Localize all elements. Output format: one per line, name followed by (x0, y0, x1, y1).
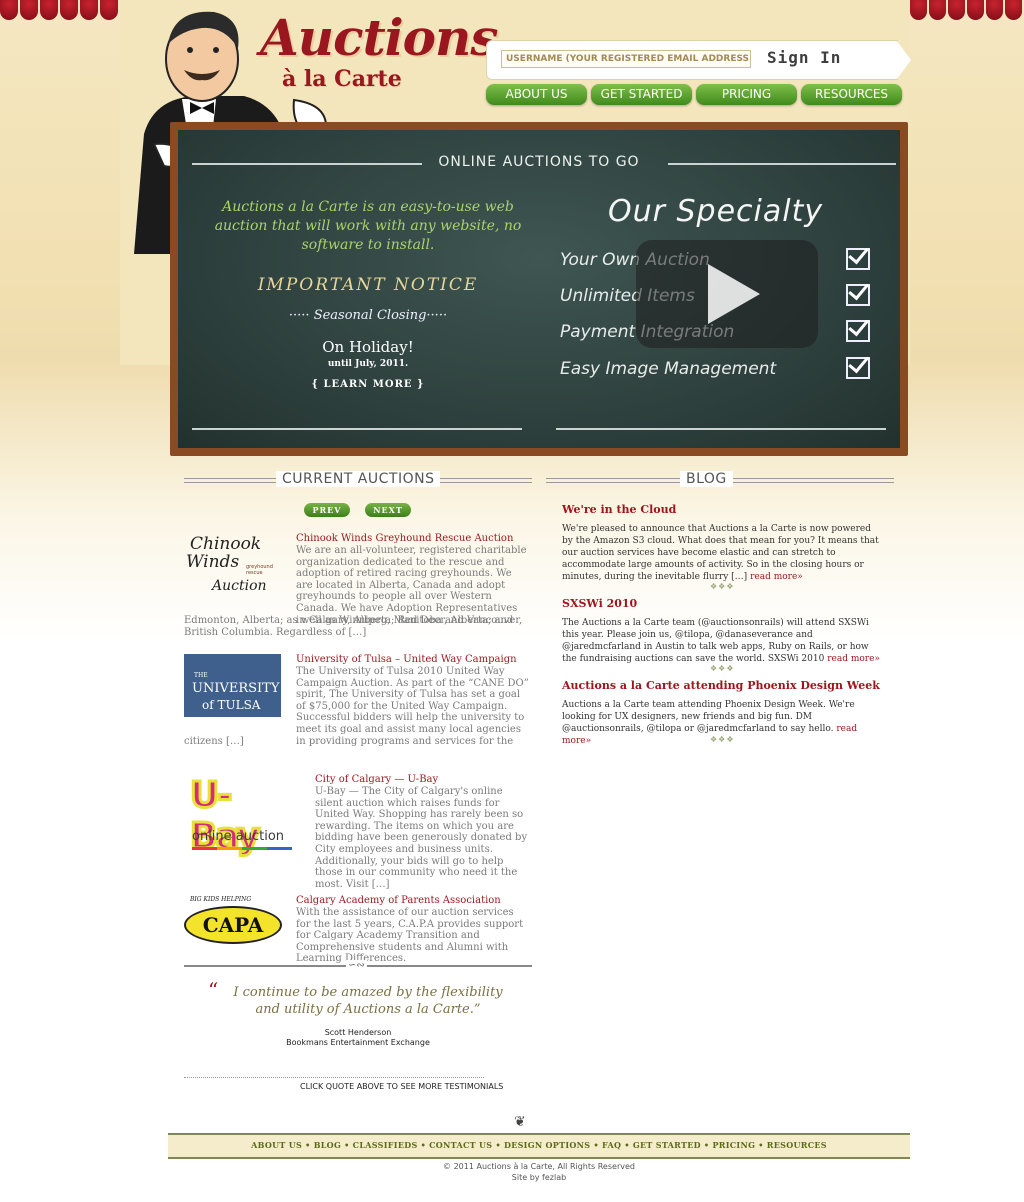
awning-left (0, 0, 120, 22)
checkbox-icon (846, 248, 870, 270)
more-testimonials-link[interactable]: CLICK QUOTE ABOVE TO SEE MORE TESTIMONIA… (300, 1082, 503, 1091)
username-input[interactable] (501, 50, 751, 68)
auction-title[interactable]: University of Tulsa – United Way Campaig… (296, 654, 517, 665)
learn-more-link[interactable]: { LEARN MORE } (208, 379, 528, 390)
auction-description: The University of Tulsa 2010 United Way … (296, 666, 529, 747)
read-more-link[interactable]: read more» (750, 572, 803, 582)
specialty-item: Easy Image Management (560, 359, 870, 379)
university-of-tulsa-logo[interactable]: THE UNIVERSITY of TULSA (184, 654, 281, 717)
auction-description: Edmonton, Alberta; as well as Winnipeg, … (184, 615, 523, 638)
nav-about-us[interactable]: ABOUT US (486, 84, 587, 105)
auction-description: U-Bay — The City of Calgary's online sil… (315, 786, 528, 890)
blog-heading: BLOG (680, 471, 733, 487)
auction-title[interactable]: Calgary Academy of Parents Association (296, 895, 501, 906)
seasonal-closing: ····· Seasonal Closing····· (288, 308, 448, 323)
footer-link-get-started[interactable]: GET STARTED (633, 1140, 701, 1150)
holiday-heading: On Holiday! (322, 338, 414, 356)
testimonial-author: Scott Henderson Bookmans Entertainment E… (184, 1028, 532, 1048)
copyright: © 2011 Auctions à la Carte, All Rights R… (168, 1161, 910, 1183)
logo-text: greyhound rescue (246, 564, 273, 576)
logo-text: Chinook (190, 534, 262, 554)
footer-links: ABOUT US • BLOG • CLASSIFIEDS • CONTACT … (251, 1140, 827, 1150)
footer-link-about-us[interactable]: ABOUT US (251, 1140, 302, 1150)
author-company: Bookmans Entertainment Exchange (286, 1038, 430, 1047)
logo-text: Winds (186, 552, 240, 572)
testimonial-quote[interactable]: I continue to be amazed by the flexibili… (228, 984, 508, 1018)
copyright-text: © 2011 Auctions à la Carte, All Rights R… (443, 1162, 635, 1171)
chalk-divider (192, 428, 522, 430)
auction-title[interactable]: Chinook Winds Greyhound Rescue Auction (296, 533, 513, 544)
separator-icon: ❖❖❖ (710, 664, 735, 673)
blog-post-title[interactable]: SXSWi 2010 (562, 597, 637, 610)
read-more-link[interactable]: read more» (827, 654, 880, 664)
footer-nav: ABOUT US • BLOG • CLASSIFIEDS • CONTACT … (168, 1133, 910, 1159)
brand-logo-line1[interactable]: Auctions (260, 8, 499, 67)
chalk-divider (556, 428, 886, 430)
chinook-winds-logo[interactable]: Chinook Winds greyhound rescue Auction (184, 532, 284, 602)
logo-text: Auction (212, 578, 267, 594)
footer-link-design-options[interactable]: DESIGN OPTIONS (504, 1140, 590, 1150)
flourish-icon: ∽∾ (346, 960, 367, 971)
nav-pricing[interactable]: PRICING (696, 84, 797, 105)
current-auctions-heading: CURRENT AUCTIONS (276, 471, 441, 487)
blog-post-text: Auctions a la Carte team attending Phoen… (562, 700, 855, 734)
logo-text: U-Bay (189, 774, 262, 859)
footer-link-blog[interactable]: BLOG (314, 1140, 341, 1150)
u-bay-logo[interactable]: U-Bay online auction (188, 774, 298, 859)
checkbox-icon (846, 284, 870, 306)
board-title: ONLINE AUCTIONS TO GO (438, 154, 640, 170)
auction-description: We are an all-volunteer, registered char… (296, 545, 527, 626)
auction-description: With the assistance of our auction servi… (296, 907, 524, 965)
blog-post-title[interactable]: Auctions a la Carte attending Phoenix De… (562, 679, 880, 692)
video-play-icon[interactable] (636, 240, 818, 348)
logo-text: UNIVERSITY (192, 681, 280, 696)
footer-link-faq[interactable]: FAQ (602, 1140, 621, 1150)
blog-post-text: We're pleased to announce that Auctions … (562, 524, 879, 582)
checkbox-icon (846, 357, 870, 379)
quote-mark-icon: “ (208, 978, 219, 1002)
author-name: Scott Henderson (324, 1028, 392, 1037)
separator-icon: ❖❖❖ (710, 582, 735, 591)
awning-right (910, 0, 1024, 22)
nav-resources[interactable]: RESOURCES (801, 84, 902, 105)
dotted-divider (184, 1077, 484, 1078)
logo-text: THE (194, 672, 208, 679)
nav-get-started[interactable]: GET STARTED (591, 84, 692, 105)
board-intro: Auctions a la Carte is an easy-to-use we… (214, 199, 522, 253)
blog-post-body: We're pleased to announce that Auctions … (562, 523, 882, 583)
holiday-until: until July, 2011. (327, 359, 409, 369)
checkbox-icon (846, 320, 870, 342)
ornament-icon: ❦ (514, 1114, 526, 1130)
blog-post-text: The Auctions a la Carte team (@auctionso… (562, 618, 869, 664)
capa-logo[interactable]: BIG KIDS HELPING CAPA (184, 896, 282, 944)
logo-text: online auction (192, 829, 285, 844)
prev-button[interactable]: PREV (304, 503, 350, 517)
blog-post-title[interactable]: We're in the Cloud (562, 503, 676, 516)
logo-text: of TULSA (202, 698, 261, 712)
specialty-item-label: Easy Image Management (560, 359, 777, 379)
specialty-title: Our Specialty (608, 194, 824, 229)
footer-link-resources[interactable]: RESOURCES (767, 1140, 827, 1150)
logo-text: BIG KIDS HELPING (190, 896, 252, 903)
logo-stripe (192, 847, 292, 850)
auction-title[interactable]: City of Calgary — U-Bay (315, 774, 438, 785)
brand-logo-line2[interactable]: à la Carte (282, 66, 402, 92)
footer-link-contact-us[interactable]: CONTACT US (429, 1140, 492, 1150)
important-notice: IMPORTANT NOTICE (257, 275, 479, 295)
auction-description: citizens […] (184, 736, 244, 747)
chalkboard-banner: ONLINE AUCTIONS TO GO Auctions a la Cart… (170, 122, 908, 456)
next-button[interactable]: NEXT (365, 503, 411, 517)
blog-post-body: The Auctions a la Carte team (@auctionso… (562, 617, 882, 665)
footer-link-classifieds[interactable]: CLASSIFIEDS (353, 1140, 418, 1150)
footer-link-pricing[interactable]: PRICING (712, 1140, 755, 1150)
logo-text: CAPA (184, 906, 282, 944)
site-credit-link[interactable]: Site by fezlab (168, 1172, 910, 1183)
separator-icon: ❖❖❖ (710, 735, 735, 744)
signin-box: Sign In (486, 40, 911, 80)
signin-button[interactable]: Sign In (767, 48, 841, 67)
